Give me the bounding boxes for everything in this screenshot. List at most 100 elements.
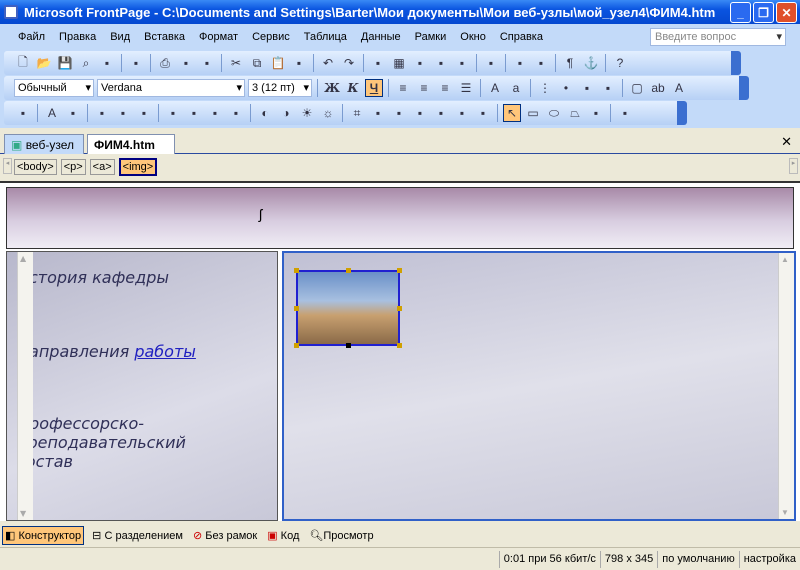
minimize-button[interactable]: _ [730, 2, 751, 23]
layer-icon[interactable]: ▪ [411, 54, 429, 72]
crop-icon[interactable]: ⌗ [348, 104, 366, 122]
tab-website[interactable]: ▣ веб-узел [4, 134, 84, 154]
align-left-icon[interactable]: ≡ [394, 79, 412, 97]
main-frame-scrollbar[interactable] [778, 253, 794, 519]
toolbar-options-icon[interactable] [739, 76, 749, 100]
undo-icon[interactable]: ↶ [319, 54, 337, 72]
stop-icon[interactable]: ▪ [532, 54, 550, 72]
italic-button[interactable]: К [344, 79, 362, 97]
menu-item[interactable]: Формат [199, 31, 238, 43]
top-frame[interactable]: ʃ [6, 187, 794, 249]
table-icon[interactable]: ▦ [390, 54, 408, 72]
format-picture-icon[interactable]: ▪ [390, 104, 408, 122]
left-frame-scrollbar[interactable] [17, 252, 33, 520]
open-icon[interactable]: 📂 [35, 54, 53, 72]
style-select[interactable]: Обычный [14, 79, 94, 97]
spelling-icon[interactable]: ▪ [198, 54, 216, 72]
view-design[interactable]: ◧ Конструктор [2, 525, 85, 545]
indent-icon[interactable]: ▪ [599, 79, 617, 97]
tag-body[interactable]: <body> [14, 159, 57, 175]
link-staff[interactable]: Профессорско- преподавательский состав [17, 414, 186, 471]
pilcrow-icon[interactable]: ¶ [561, 54, 579, 72]
ellipse-icon[interactable]: ⬭ [545, 104, 563, 122]
rotate-left-icon[interactable]: ▪ [164, 104, 182, 122]
highlight-icon[interactable]: ab [649, 79, 667, 97]
link-history[interactable]: История кафедры [17, 268, 169, 287]
paste-icon[interactable]: 📋 [269, 54, 287, 72]
menu-item[interactable]: Рамки [415, 31, 447, 43]
line-style-icon[interactable]: ▪ [369, 104, 387, 122]
bold-button[interactable]: Ж [323, 79, 341, 97]
sphinx-image[interactable] [294, 268, 402, 348]
left-frame[interactable]: История кафедры Направления работы Профе… [6, 251, 278, 521]
restore-icon[interactable]: ▪ [616, 104, 634, 122]
flip-horizontal-icon[interactable]: ▪ [206, 104, 224, 122]
search-icon[interactable]: ⌕ [77, 54, 95, 72]
text-icon[interactable]: A [43, 104, 61, 122]
view-no-frames[interactable]: ⊘ Без рамок [191, 527, 259, 544]
menu-item[interactable]: Сервис [252, 31, 290, 43]
rotate-right-icon[interactable]: ▪ [185, 104, 203, 122]
less-contrast-icon[interactable]: ◑ [277, 104, 295, 122]
close-button[interactable]: ✕ [776, 2, 797, 23]
view-code[interactable]: ▣ Код [265, 527, 301, 544]
print-icon[interactable]: ⎙ [156, 54, 174, 72]
menu-item[interactable]: Данные [361, 31, 401, 43]
menu-item[interactable]: Окно [460, 31, 486, 43]
toolbar-options-icon[interactable] [677, 101, 687, 125]
rectangle-icon[interactable]: ▭ [524, 104, 542, 122]
bring-forward-icon[interactable]: ▪ [114, 104, 132, 122]
position-absolute-icon[interactable]: ▪ [93, 104, 111, 122]
grow-font-icon[interactable]: A [486, 79, 504, 97]
outdent-icon[interactable]: ▪ [578, 79, 596, 97]
underline-button[interactable]: Ч [365, 79, 383, 97]
menu-item[interactable]: Вид [110, 31, 130, 43]
insert-picture-icon[interactable]: ▪ [14, 104, 32, 122]
more-contrast-icon[interactable]: ◐ [256, 104, 274, 122]
redo-icon[interactable]: ↷ [340, 54, 358, 72]
more-brightness-icon[interactable]: ☀ [298, 104, 316, 122]
close-document-icon[interactable]: ✕ [781, 134, 792, 150]
menu-item[interactable]: Файл [18, 31, 45, 43]
font-color-icon[interactable]: A [670, 79, 688, 97]
select-icon[interactable]: ↖ [503, 104, 521, 122]
default-mode[interactable]: по умолчанию [657, 550, 738, 568]
highlight-hotspots-icon[interactable]: ▪ [587, 104, 605, 122]
menu-item[interactable]: Вставка [144, 31, 185, 43]
cut-icon[interactable]: ✂ [227, 54, 245, 72]
publish-icon[interactable]: ▪ [98, 54, 116, 72]
border-icon[interactable]: ▢ [628, 79, 646, 97]
polygon-icon[interactable]: ⏢ [566, 104, 584, 122]
auto-thumbnail-icon[interactable]: ▪ [64, 104, 82, 122]
align-center-icon[interactable]: ≡ [415, 79, 433, 97]
copy-icon[interactable]: ⧉ [248, 54, 266, 72]
hyperlink-icon[interactable]: ▪ [482, 54, 500, 72]
justify-icon[interactable]: ☰ [457, 79, 475, 97]
main-frame[interactable] [282, 251, 796, 521]
align-right-icon[interactable]: ≡ [436, 79, 454, 97]
view-preview[interactable]: 🔍︎Просмотр [307, 527, 375, 544]
refresh-icon[interactable]: ▪ [511, 54, 529, 72]
set-transparent-color-icon[interactable]: ▪ [411, 104, 429, 122]
drawing-icon[interactable]: ▪ [453, 54, 471, 72]
custom-mode[interactable]: настройка [738, 550, 800, 568]
shrink-font-icon[interactable]: a [507, 79, 525, 97]
tag-a[interactable]: <a> [89, 159, 115, 175]
resample-icon[interactable]: ▪ [474, 104, 492, 122]
color-icon[interactable]: ▪ [432, 104, 450, 122]
less-brightness-icon[interactable]: ☼ [319, 104, 337, 122]
ask-question-input[interactable]: Введите вопрос [650, 28, 786, 46]
restore-button[interactable]: ❐ [753, 2, 774, 23]
help-icon[interactable]: ? [611, 54, 629, 72]
view-split[interactable]: ⊟ С разделением [90, 527, 185, 544]
tag-p[interactable]: <p> [60, 159, 86, 175]
picture-icon[interactable]: ▪ [432, 54, 450, 72]
font-select[interactable]: Verdana [97, 79, 245, 97]
toolbar-options-icon[interactable] [731, 51, 741, 75]
save-icon[interactable]: 💾 [56, 54, 74, 72]
web-component-icon[interactable]: ▪ [369, 54, 387, 72]
folder-list-icon[interactable]: ▪ [127, 54, 145, 72]
tab-fim4[interactable]: ФИМ4.htm [87, 134, 175, 154]
menu-item[interactable]: Таблица [304, 31, 347, 43]
link-work[interactable]: работы [134, 342, 196, 361]
